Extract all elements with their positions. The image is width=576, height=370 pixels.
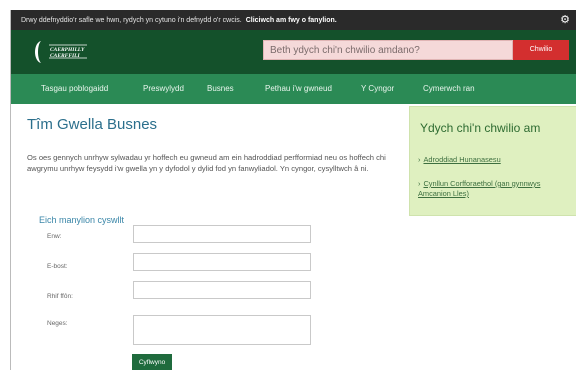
- nav-item-get-involved[interactable]: Cymerwch ran: [423, 84, 475, 93]
- form-heading: Eich manylion cyswllt: [39, 215, 125, 225]
- email-field[interactable]: [133, 253, 311, 271]
- sidebar-link-corporate-plan[interactable]: › Cynllun Corfforaethol (gan gynnwys Amca…: [418, 179, 568, 199]
- nav-item-council[interactable]: Y Cyngor: [361, 84, 394, 93]
- sidebar-link-label: Adroddiad Hunanasesu: [423, 155, 501, 164]
- email-label: E-bost:: [47, 263, 68, 270]
- name-label: Enw:: [47, 233, 62, 240]
- nav-item-business[interactable]: Busnes: [207, 84, 234, 93]
- phone-label: Rhif ffôn:: [47, 293, 73, 300]
- message-textarea[interactable]: [133, 315, 311, 345]
- gear-icon[interactable]: ⚙: [559, 14, 571, 26]
- svg-text:CAERFFILI: CAERFFILI: [50, 53, 81, 59]
- sidebar-link-self-assessment[interactable]: › Adroddiad Hunanasesu: [418, 155, 568, 165]
- sidebar-panel: Ydych chi'n chwilio am › Adroddiad Hunana…: [409, 106, 576, 216]
- cookie-bar: Drwy ddefnyddio'r safle we hwn, rydych y…: [11, 10, 576, 30]
- message-label: Neges:: [47, 320, 68, 327]
- cookie-text: Drwy ddefnyddio'r safle we hwn, rydych y…: [21, 16, 242, 24]
- search-input[interactable]: Beth ydych chi'n chwilio amdano?: [263, 40, 513, 60]
- nav-item-resident[interactable]: Preswylydd: [143, 84, 184, 93]
- cookie-details-link[interactable]: Cliciwch am fwy o fanylion.: [246, 17, 337, 24]
- name-field[interactable]: [133, 225, 311, 243]
- page-title: Tîm Gwella Busnes: [27, 116, 158, 133]
- logo-icon[interactable]: CAERPHILLY CAERFFILI: [31, 37, 89, 67]
- bullet-icon: ›: [418, 155, 421, 164]
- phone-field[interactable]: [133, 281, 311, 299]
- intro-paragraph: Os oes gennych unrhyw sylwadau yr hoffec…: [27, 153, 386, 173]
- search-button[interactable]: Chwilio: [513, 40, 569, 60]
- nav-item-popular-tasks[interactable]: Tasgau poblogaidd: [41, 84, 108, 93]
- bullet-icon: ›: [418, 179, 421, 188]
- site-header: CAERPHILLY CAERFFILI Beth ydych chi'n ch…: [11, 30, 576, 74]
- main-nav: Tasgau poblogaidd Preswylydd Busnes Peth…: [11, 74, 576, 104]
- submit-button[interactable]: Cyflwyno: [132, 354, 172, 370]
- sidebar-link-label: Cynllun Corfforaethol (gan gynnwys Amcan…: [418, 179, 541, 198]
- sidebar-title: Ydych chi'n chwilio am: [420, 121, 541, 135]
- browser-page: Drwy ddefnyddio'r safle we hwn, rydych y…: [10, 10, 576, 370]
- nav-item-things-to-do[interactable]: Pethau i'w gwneud: [265, 84, 332, 93]
